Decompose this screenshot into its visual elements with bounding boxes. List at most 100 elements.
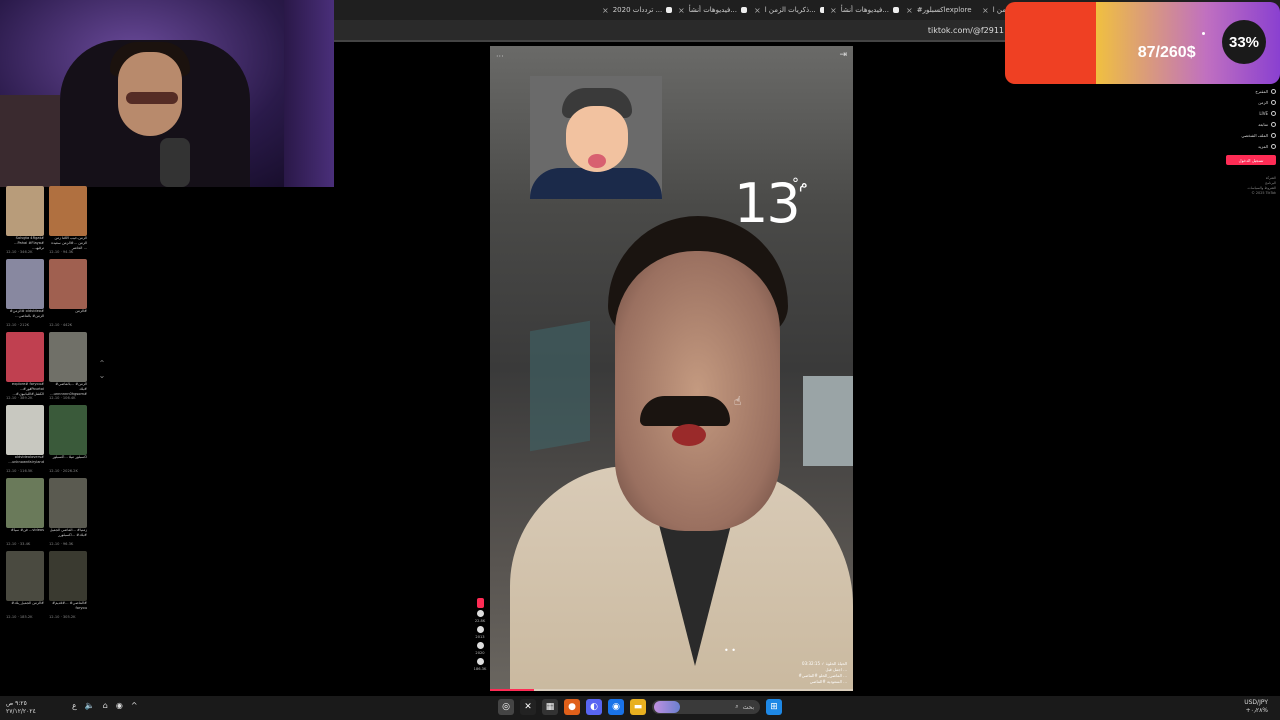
video-thumbnail[interactable]: [49, 405, 87, 455]
fullscreen-icon[interactable]: ⇥: [839, 50, 847, 60]
video-thumbnail[interactable]: [49, 551, 87, 601]
video-thumbnail-card[interactable]: oldvideolovers# ...unknownfairyland 12-10…: [6, 405, 44, 474]
side-nav-label: متابعة: [1258, 122, 1268, 127]
side-nav-item[interactable]: الملف الشخصي: [1216, 130, 1276, 141]
close-icon[interactable]: ×: [754, 6, 761, 15]
video-thumbnail-card[interactable]: #فن# سيأ ...videos 12-10 · 33.4K: [6, 478, 44, 547]
thumbnail-meta: 12-10 · 116.5K: [6, 469, 33, 473]
profile-avatar-icon[interactable]: [476, 598, 484, 608]
browser-tab[interactable]: × ترددات 2020 ...: [596, 0, 672, 20]
thumbnail-caption: #الزمن# oldvideo# ...الزمن# بالماضي: [9, 309, 44, 318]
browser-tab[interactable]: ×فيديوهات أنشأ...: [672, 0, 748, 20]
share-count: 186.3K: [473, 667, 487, 671]
video-thumbnail[interactable]: [6, 551, 44, 601]
webcam-feed: [0, 0, 334, 187]
grid-row: explore# foryou# ...#فورPourtoi ...#الكش…: [6, 332, 88, 401]
video-thumbnail[interactable]: [49, 186, 87, 236]
video-thumbnail-card[interactable]: زمنيا# ...الماضي الجميل بلاد# ...اكسبلور…: [49, 478, 87, 547]
tray-icon[interactable]: 🔈: [85, 701, 95, 710]
grid-scroll-controls[interactable]: ⌃ ⌄: [96, 358, 108, 382]
donation-progress-remaining: 87/260$ 33%: [1095, 2, 1280, 84]
chrome-icon[interactable]: ◉: [608, 699, 624, 715]
side-nav-label: LIVE: [1259, 111, 1268, 116]
grid-row: #الزمن الجميل_بلاد# 12-10 · 185.2K #الماضي…: [6, 551, 88, 620]
discord-icon[interactable]: ◐: [586, 699, 602, 715]
video-thumbnail-card[interactable]: اكسبلور ميلا ...اكسبلور 12-10 · 2026.2K: [49, 405, 87, 474]
nav-icon: [1271, 111, 1276, 116]
share-icon[interactable]: [476, 658, 484, 665]
app-icon-1[interactable]: ◎: [498, 699, 514, 715]
side-nav-item[interactable]: LIVE: [1216, 108, 1276, 119]
thumbnail-caption: Solvgta 4Rgat# ...Pahai #Flaya# ...ترقيه…: [14, 236, 44, 250]
grid-row: Solvgta 4Rgat# ...Pahai #Flaya# ...ترقيه…: [6, 186, 88, 255]
close-icon[interactable]: ×: [830, 6, 837, 15]
video-thumbnail-card[interactable]: الزمن-حيب الأقنا زمن الزمن ...#الزمن سعي…: [49, 186, 87, 255]
close-icon[interactable]: ×: [678, 6, 685, 15]
video-player[interactable]: 13 °م ··· ⇥ • • الحياة الحلوة ✓ 03:32:15…: [490, 46, 853, 691]
browser-tab[interactable]: × #اكسبلورexplore: [900, 0, 976, 20]
taskbar-widget[interactable]: USD/JPY +٠٫٢٨%: [1244, 699, 1268, 715]
donation-amount: 87/260$: [1137, 44, 1196, 61]
like-icon[interactable]: [476, 610, 484, 617]
video-thumbnail-card[interactable]: explore# foryou# ...#فورPourtoi ...#الكش…: [6, 332, 44, 401]
currency-change: +٠٫٢٨%: [1245, 707, 1268, 714]
tiktok-icon: [893, 7, 899, 13]
comment-icon[interactable]: [476, 626, 484, 633]
x-icon[interactable]: ✕: [520, 699, 536, 715]
side-nav-item[interactable]: المقترح: [1216, 86, 1276, 97]
donation-percent: 33%: [1222, 20, 1266, 64]
firefox-icon[interactable]: ●: [564, 699, 580, 715]
footer-link[interactable]: © 2025 TikTok: [1236, 191, 1276, 196]
chevron-up-icon[interactable]: ⌃: [96, 358, 108, 370]
close-icon[interactable]: ×: [982, 6, 989, 15]
chevron-down-icon[interactable]: ⌄: [96, 370, 108, 382]
tray-icon[interactable]: ع: [72, 701, 77, 710]
tab-label: ترددات 2020 ...: [612, 6, 663, 14]
video-thumbnail[interactable]: [6, 405, 44, 455]
tray-icon[interactable]: ^: [131, 701, 138, 710]
thumbnail-meta: 12-10 · 346.2K: [6, 250, 33, 254]
video-thumbnail-card[interactable]: #الزمن الجميل_بلاد# 12-10 · 185.2K: [6, 551, 44, 620]
browser-tab[interactable]: ×فيديوهات أنشأ...: [824, 0, 900, 20]
grid-row: #الزمن# oldvideo# ...الزمن# بالماضي 12-10…: [6, 259, 88, 328]
video-thumbnail-card[interactable]: #الماضي# ...#قديم# foryou 12-10 · 305.2K: [49, 551, 87, 620]
windows-start-icon[interactable]: ⊞: [766, 699, 782, 715]
thumbnail-caption: الزمن#: [75, 309, 87, 313]
video-thumbnail-card[interactable]: #الزمن# ...بالماضي بلاد# ...unnnnnn0hgso…: [49, 332, 87, 401]
side-nav-item[interactable]: متابعة: [1216, 119, 1276, 130]
login-button[interactable]: تسجيل الدخول: [1226, 155, 1276, 165]
video-thumbnail[interactable]: [49, 259, 87, 309]
bookmark-icon[interactable]: [476, 642, 484, 649]
video-thumbnail[interactable]: [49, 332, 87, 382]
video-thumbnail[interactable]: [49, 478, 87, 528]
browser-tab[interactable]: ×ذكريات الزمن ا...: [748, 0, 824, 20]
video-thumbnail-card[interactable]: #الزمن# oldvideo# ...الزمن# بالماضي 12-10…: [6, 259, 44, 328]
taskbar-clock[interactable]: ٩:٢٥ ص ٢٧/١٢/٢٠٢٤: [6, 700, 36, 716]
taskbar-search[interactable]: ⌕ بحث: [652, 700, 760, 714]
address-url[interactable]: tiktok.com/@f2911: [928, 26, 1004, 35]
capcut-icon[interactable]: ▦: [542, 699, 558, 715]
folder-icon[interactable]: ▬: [630, 699, 646, 715]
avatar-body: [530, 168, 662, 199]
video-thumbnail[interactable]: [6, 332, 44, 382]
video-thumbnail-card[interactable]: Solvgta 4Rgat# ...Pahai #Flaya# ...ترقيه…: [6, 186, 44, 255]
nav-icon: [1271, 144, 1276, 149]
video-thumbnail[interactable]: [6, 259, 44, 309]
close-icon[interactable]: ×: [906, 6, 913, 15]
side-nav-item[interactable]: الزمن: [1216, 97, 1276, 108]
tray-icon[interactable]: ◉: [116, 701, 123, 710]
thumbnail-caption: الزمن-حيب الأقنا زمن الزمن ...#الزمن سعي…: [51, 236, 87, 250]
video-progress-track[interactable]: [490, 689, 853, 691]
tiktok-side-nav: المقترح الزمن LIVE متابعة الملف الشخصي المزيد: [1216, 86, 1276, 152]
more-options-icon[interactable]: ···: [496, 52, 504, 61]
side-nav-item[interactable]: المزيد: [1216, 141, 1276, 152]
nav-icon: [1271, 122, 1276, 127]
windows-taskbar: ٩:٢٥ ص ٢٧/١٢/٢٠٢٤ ع 🔈 ⌂ ◉ ^ ◎ ✕ ▦ ● ◐ ◉ ▬ ⌕ …: [0, 696, 1280, 720]
video-thumbnail-card[interactable]: الزمن# 12-10 · 442K: [49, 259, 87, 328]
video-thumbnail[interactable]: [6, 186, 44, 236]
video-thumbnail[interactable]: [6, 478, 44, 528]
close-icon[interactable]: ×: [602, 6, 609, 15]
tray-icon[interactable]: ⌂: [103, 701, 108, 710]
side-nav-label: الزمن: [1258, 100, 1268, 105]
mouse-cursor-icon: ☝: [734, 394, 742, 408]
